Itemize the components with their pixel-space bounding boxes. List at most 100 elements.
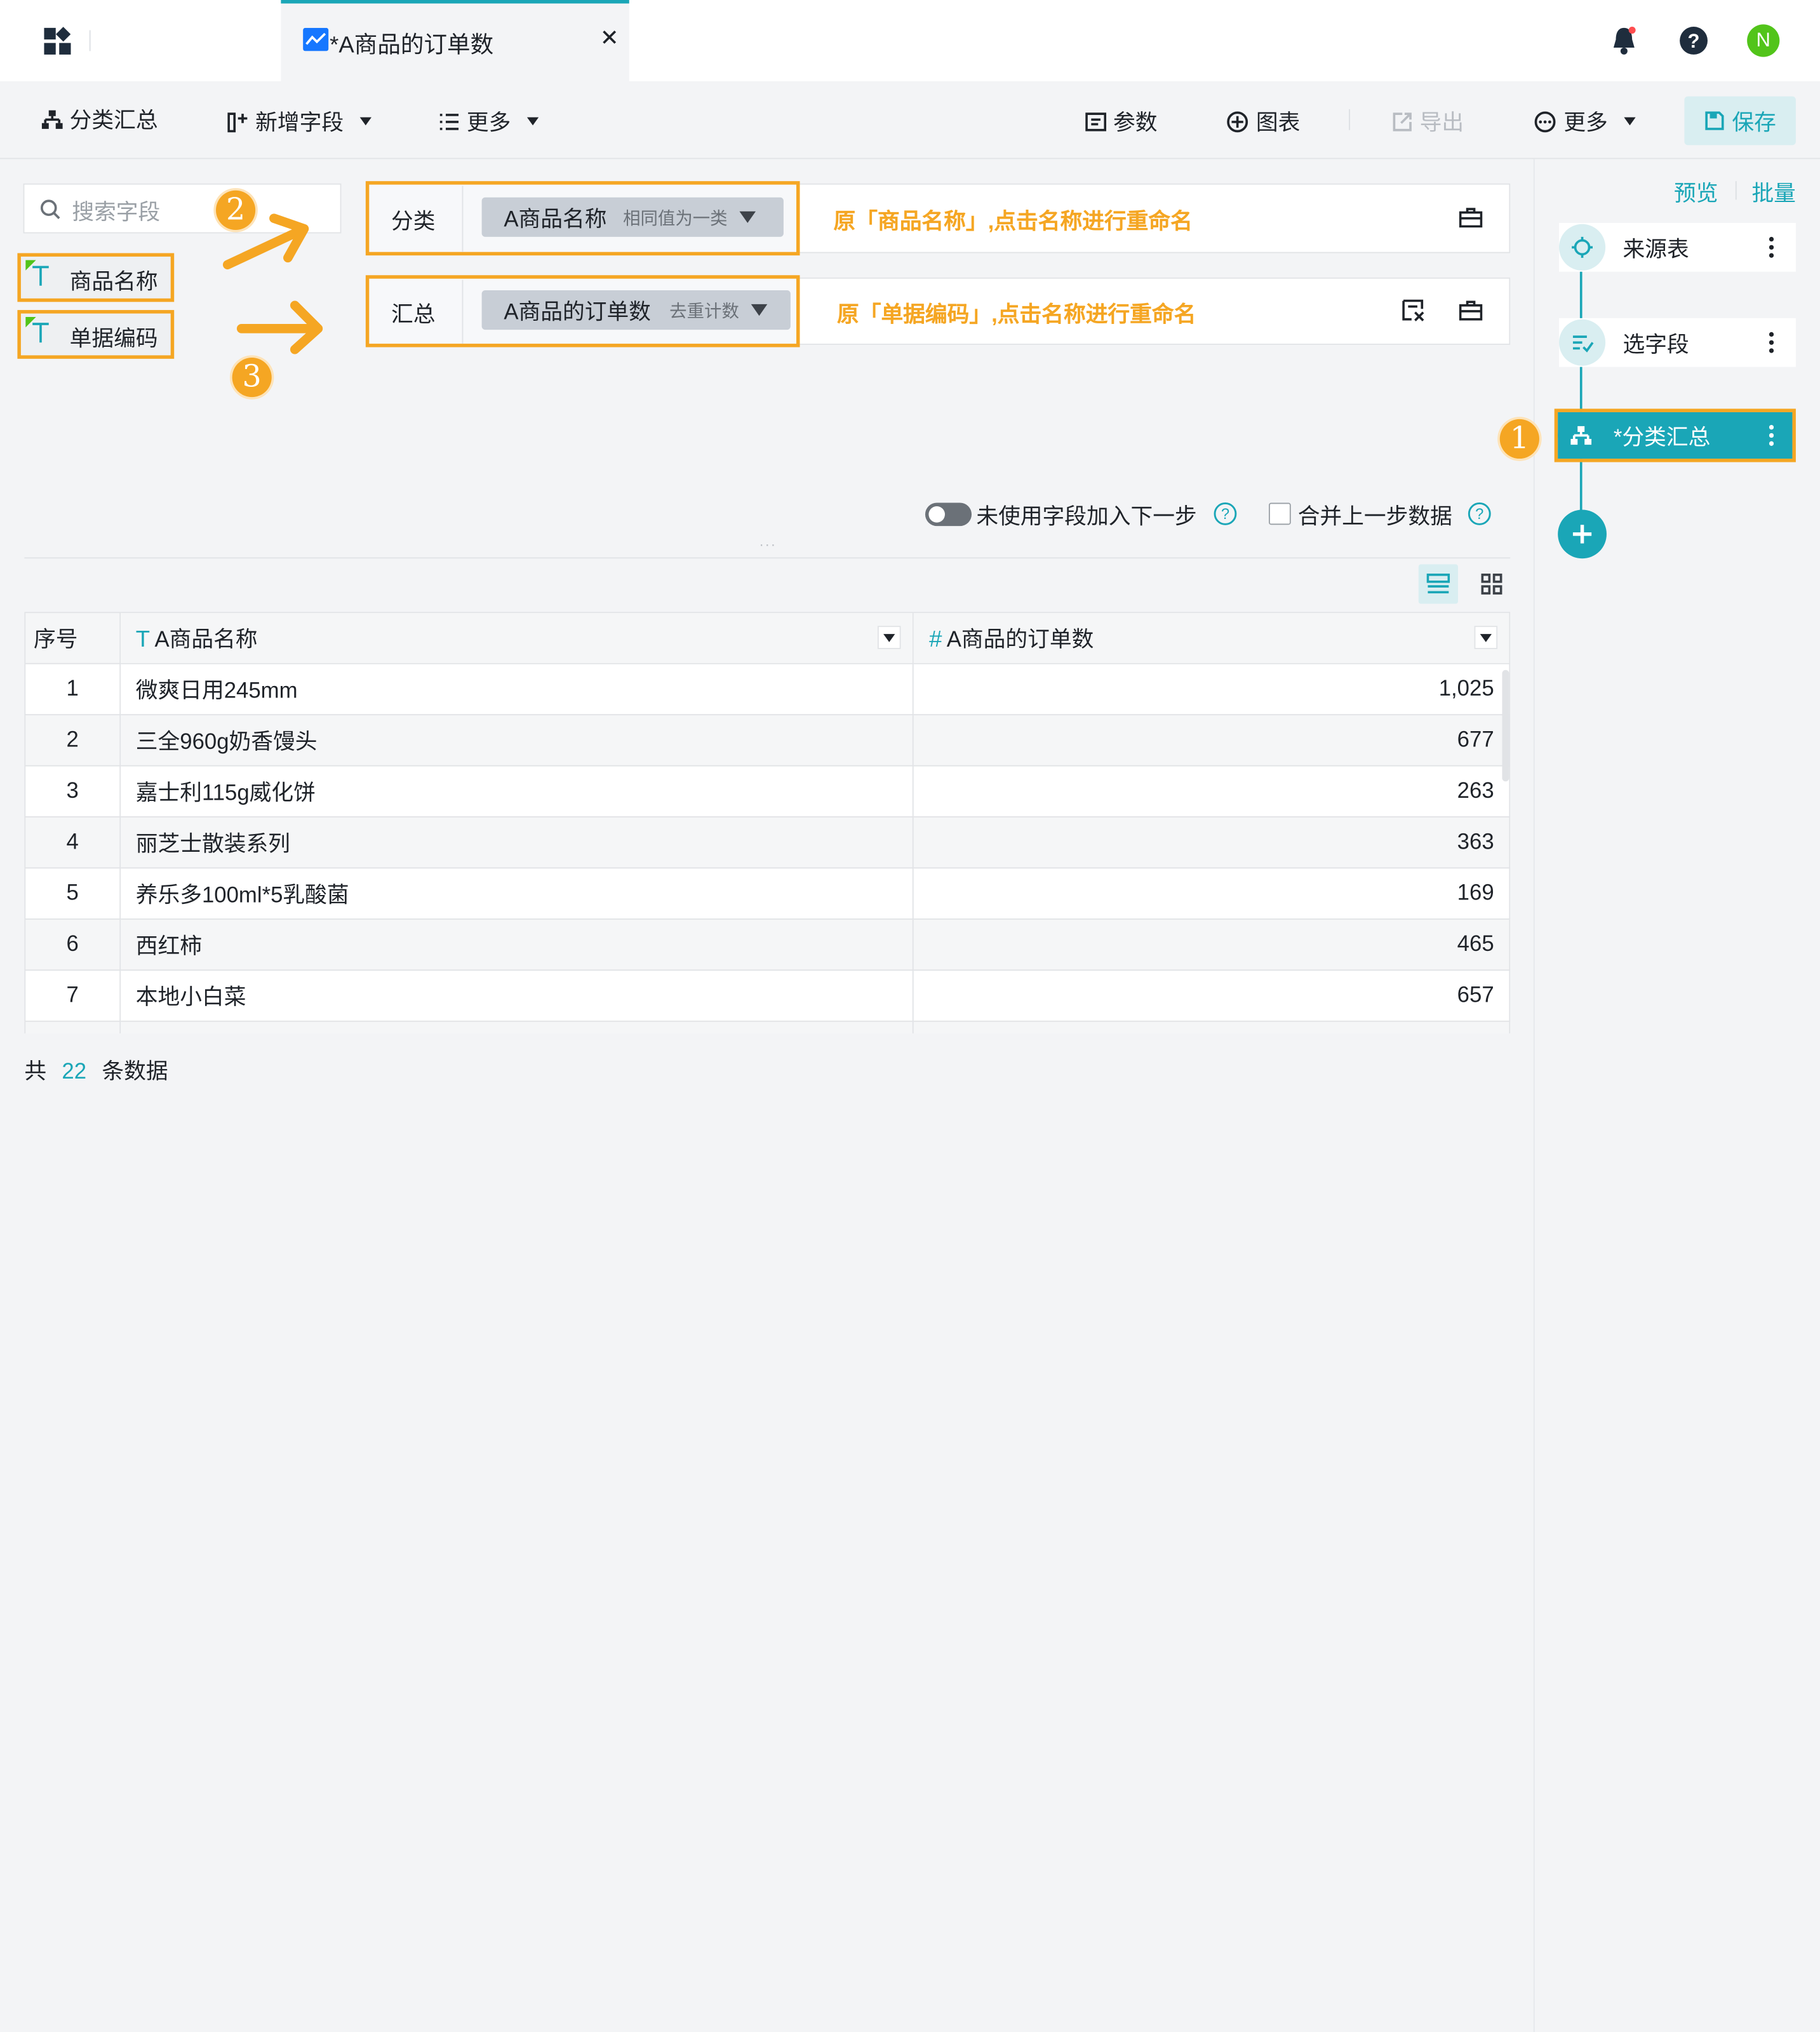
params-label: 参数 [1113, 111, 1158, 136]
column-header-product[interactable]: T A商品名称 [119, 612, 914, 664]
field-item-order-code[interactable]: 单据编码 [17, 310, 175, 359]
category-field-pill[interactable]: A商品名称 相同值为一类 [481, 197, 784, 237]
arrow-icon [222, 213, 309, 270]
table-header-row: 序号 T A商品名称 # A商品的订单数 [24, 612, 1511, 664]
export-button[interactable]: 导出 [1392, 105, 1464, 137]
group-summary-button[interactable]: 分类汇总 [41, 104, 158, 135]
table-row[interactable]: 2 三全960g奶香馒头 677 [24, 714, 1511, 767]
record-count: 共 22 条数据 [24, 1054, 168, 1086]
kebab-menu-icon[interactable] [1769, 331, 1774, 354]
category-divider [462, 185, 464, 252]
table-row[interactable]: 7 本地小白菜 657 [24, 969, 1511, 1022]
tab-active[interactable]: *A商品的订单数 [281, 0, 629, 83]
kebab-menu-icon[interactable] [1769, 424, 1774, 447]
preview-link[interactable]: 预览 [1674, 177, 1718, 208]
add-field-label: 新增字段 [255, 111, 344, 136]
column-menu-button[interactable] [878, 626, 902, 649]
card-view-button[interactable] [1472, 564, 1511, 603]
chevron-down-icon[interactable] [751, 304, 767, 316]
avatar-letter: N [1756, 29, 1770, 51]
column-menu-button[interactable] [1474, 626, 1498, 649]
table-view-button[interactable] [1418, 564, 1458, 604]
help-circle-icon[interactable]: ? [1213, 502, 1237, 526]
data-table: 序号 T A商品名称 # A商品的订单数 1 微爽日用245mm 1,025 2… [24, 612, 1511, 1033]
unused-fields-toggle[interactable] [925, 502, 972, 527]
cell-product: 嘉士利115g威化饼 [119, 765, 914, 818]
table-row[interactable]: 3 嘉士利115g威化饼 263 [24, 765, 1511, 818]
topbar-divider [89, 30, 91, 51]
kebab-menu-icon[interactable] [1769, 236, 1774, 259]
close-icon[interactable] [601, 29, 618, 46]
cell-index: 6 [24, 918, 121, 971]
chevron-down-icon [883, 633, 896, 642]
summary-field-pill[interactable]: A商品的订单数 去重计数 [481, 290, 791, 330]
summary-field-name[interactable]: A商品的订单数 [504, 294, 651, 325]
flow-step-label: 选字段 [1623, 332, 1689, 358]
params-button[interactable]: 参数 [1085, 105, 1158, 137]
cell-index: 5 [24, 867, 121, 920]
text-field-icon [25, 260, 49, 286]
chevron-down-icon [1480, 633, 1492, 642]
cell-index: 1 [24, 663, 121, 716]
field-item-product-name[interactable]: 商品名称 [17, 253, 175, 302]
more-left-button[interactable]: 更多 [439, 105, 539, 137]
search-placeholder: 搜索字段 [72, 201, 161, 225]
resize-handle[interactable]: ··· [759, 537, 777, 553]
flow-connector [1579, 269, 1582, 534]
cell-orders: 263 [913, 765, 1511, 818]
select-fields-icon [1559, 319, 1606, 366]
flow-step-select-fields[interactable]: 选字段 [1559, 318, 1796, 367]
table-row[interactable]: 5 养乐多100ml*5乳酸菌 169 [24, 867, 1511, 920]
more-right-label: 更多 [1563, 111, 1608, 136]
filter-clear-icon[interactable] [1402, 299, 1426, 323]
bell-icon[interactable] [1610, 25, 1638, 56]
table-row[interactable]: 6 西红柿 465 [24, 918, 1511, 971]
add-circle-icon [1227, 111, 1248, 132]
merge-prev-checkbox[interactable] [1269, 502, 1291, 525]
chevron-down-icon [526, 117, 539, 126]
add-step-button[interactable] [1558, 509, 1607, 559]
chart-button[interactable]: 图表 [1226, 105, 1300, 137]
add-field-icon [227, 112, 248, 132]
briefcase-icon[interactable] [1459, 206, 1483, 228]
column-header-orders[interactable]: # A商品的订单数 [913, 612, 1511, 664]
table-row[interactable]: 4 丽芝士散装系列 363 [24, 816, 1511, 869]
chevron-down-icon[interactable] [739, 211, 756, 223]
help-icon[interactable]: ? [1678, 25, 1709, 56]
column-header-label: A商品名称 [154, 628, 258, 653]
text-field-icon [25, 317, 49, 343]
batch-link[interactable]: 批量 [1751, 177, 1795, 208]
category-field-name[interactable]: A商品名称 [504, 201, 606, 232]
flow-step-group-summary[interactable]: *分类汇总 [1558, 412, 1793, 459]
briefcase-icon[interactable] [1459, 300, 1483, 321]
cell-product: 微爽日用245mm [119, 663, 914, 716]
chevron-down-icon [1624, 117, 1636, 126]
search-icon [40, 199, 60, 219]
flow-step-source[interactable]: 来源表 [1559, 222, 1796, 272]
cell-index: 7 [24, 969, 121, 1022]
cell-orders: 657 [913, 969, 1511, 1022]
step-badge-3: 3 [232, 358, 272, 398]
table-row[interactable]: 1 微爽日用245mm 1,025 [24, 663, 1511, 716]
group-summary-icon [41, 109, 63, 128]
add-field-button[interactable]: 新增字段 [227, 105, 371, 137]
merge-prev-label: 合并上一步数据 [1297, 505, 1452, 530]
save-label: 保存 [1732, 111, 1776, 135]
cell-index [24, 1020, 121, 1033]
table-scrollbar[interactable] [1502, 669, 1509, 782]
avatar[interactable]: N [1747, 24, 1780, 57]
source-icon [1559, 224, 1606, 271]
save-button[interactable]: 保存 [1684, 96, 1796, 145]
link-divider [1735, 181, 1737, 200]
apps-grid-icon[interactable] [42, 25, 74, 58]
count-prefix: 共 [24, 1060, 47, 1085]
group-summary-icon [1558, 412, 1605, 459]
cell-index: 2 [24, 714, 121, 767]
text-type-icon: T [135, 627, 151, 653]
table-viewport: 序号 T A商品名称 # A商品的订单数 1 微爽日用245mm 1,025 2… [24, 612, 1511, 1033]
export-label: 导出 [1419, 111, 1464, 136]
more-right-button[interactable]: 更多 [1534, 105, 1636, 137]
help-circle-icon[interactable]: ? [1468, 502, 1492, 526]
cell-product: 本地小白菜 [119, 969, 914, 1022]
category-hint: 相同值为一类 [623, 208, 728, 229]
